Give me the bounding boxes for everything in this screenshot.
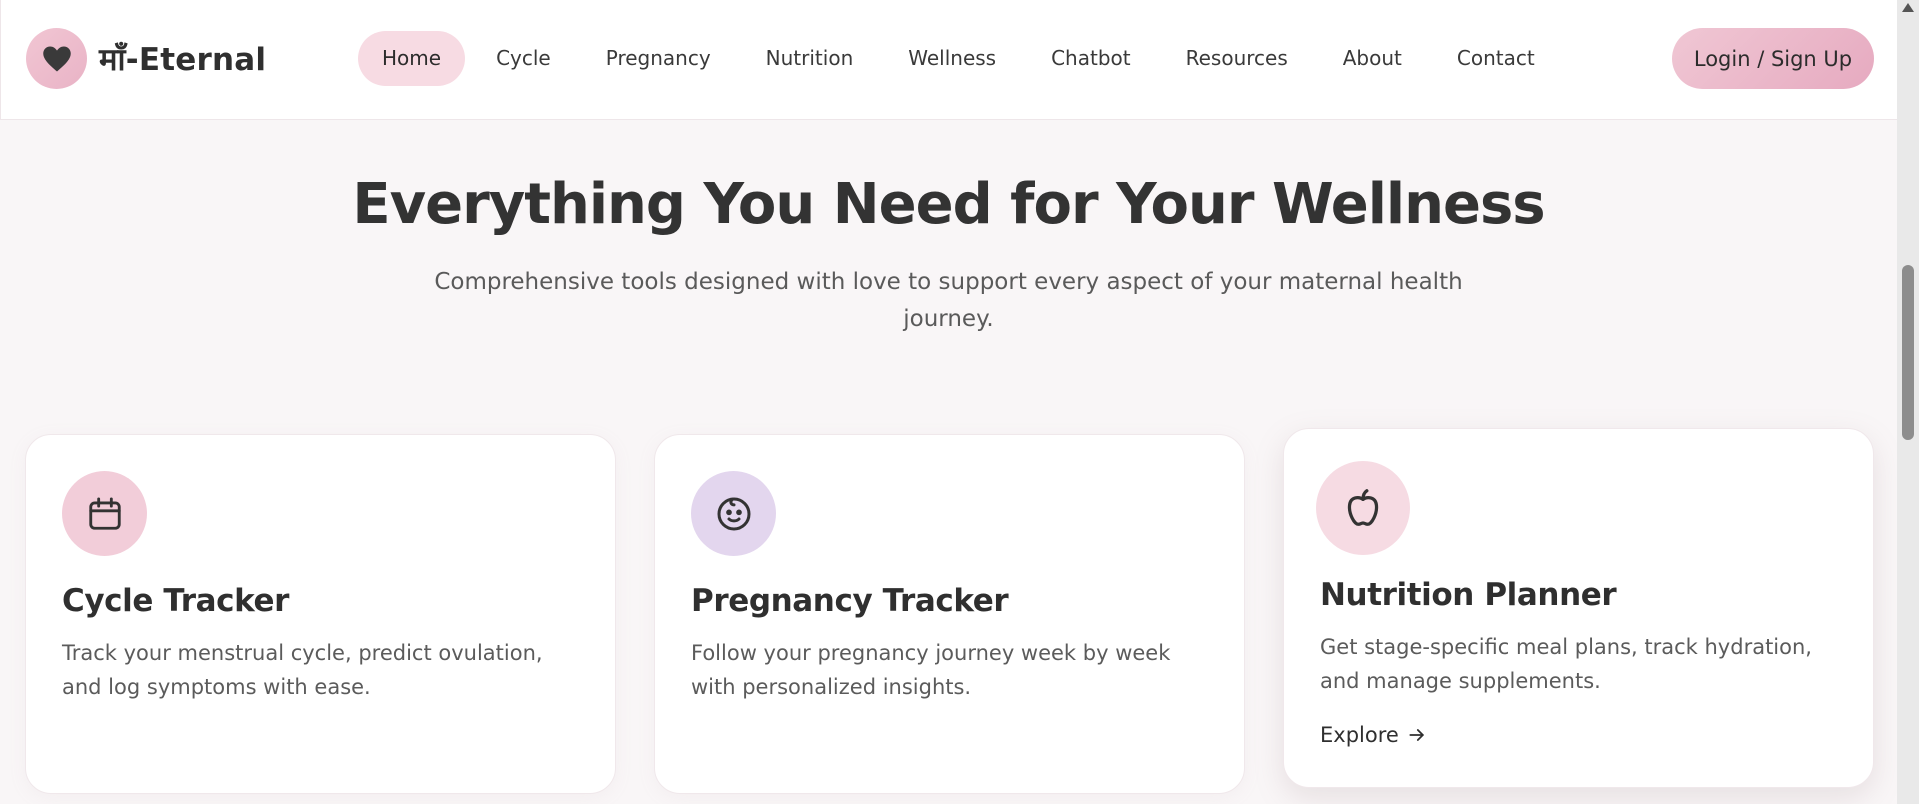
main-nav: Home Cycle Pregnancy Nutrition Wellness … xyxy=(358,31,1566,86)
card-description: Follow your pregnancy journey week by we… xyxy=(691,641,1171,699)
top-navbar: माँ-Eternal Home Cycle Pregnancy Nutriti… xyxy=(0,0,1897,120)
nav-item-contact[interactable]: Contact xyxy=(1433,31,1559,86)
nav-item-home[interactable]: Home xyxy=(358,31,466,86)
card-description: Track your menstrual cycle, predict ovul… xyxy=(62,641,543,699)
apple-icon xyxy=(1316,461,1410,555)
card-description: Get stage-specific meal plans, track hyd… xyxy=(1320,635,1812,693)
scrollbar-thumb[interactable] xyxy=(1902,265,1914,440)
baby-face-icon xyxy=(691,471,776,556)
feature-card-cycle[interactable]: Cycle Tracker Track your menstrual cycle… xyxy=(25,434,616,794)
section-subtitle: Comprehensive tools designed with love t… xyxy=(434,269,1463,332)
section-title: Everything You Need for Your Wellness xyxy=(352,172,1545,237)
arrow-right-icon xyxy=(1407,725,1427,745)
card-title: Cycle Tracker xyxy=(62,583,289,619)
nav-item-about[interactable]: About xyxy=(1319,31,1426,86)
nav-item-cycle[interactable]: Cycle xyxy=(472,31,575,86)
card-title: Pregnancy Tracker xyxy=(691,583,1009,619)
nav-item-pregnancy[interactable]: Pregnancy xyxy=(582,31,735,86)
brand-name: माँ-Eternal xyxy=(99,41,267,78)
nav-item-wellness[interactable]: Wellness xyxy=(884,31,1020,86)
brand[interactable]: माँ-Eternal xyxy=(26,28,266,89)
heart-icon xyxy=(26,28,87,89)
nav-item-chatbot[interactable]: Chatbot xyxy=(1027,31,1155,86)
feature-card-pregnancy[interactable]: Pregnancy Tracker Follow your pregnancy … xyxy=(654,434,1245,794)
calendar-icon xyxy=(62,471,147,556)
explore-link[interactable]: Explore xyxy=(1320,723,1427,747)
explore-label: Explore xyxy=(1320,723,1399,747)
nav-item-nutrition[interactable]: Nutrition xyxy=(742,31,878,86)
scroll-up-icon[interactable] xyxy=(1902,3,1914,12)
nav-item-resources[interactable]: Resources xyxy=(1162,31,1312,86)
card-title: Nutrition Planner xyxy=(1320,577,1617,613)
page-scrollbar[interactable] xyxy=(1897,0,1919,804)
feature-card-nutrition[interactable]: Nutrition Planner Get stage-specific mea… xyxy=(1283,428,1874,788)
login-signup-button[interactable]: Login / Sign Up xyxy=(1672,28,1874,89)
